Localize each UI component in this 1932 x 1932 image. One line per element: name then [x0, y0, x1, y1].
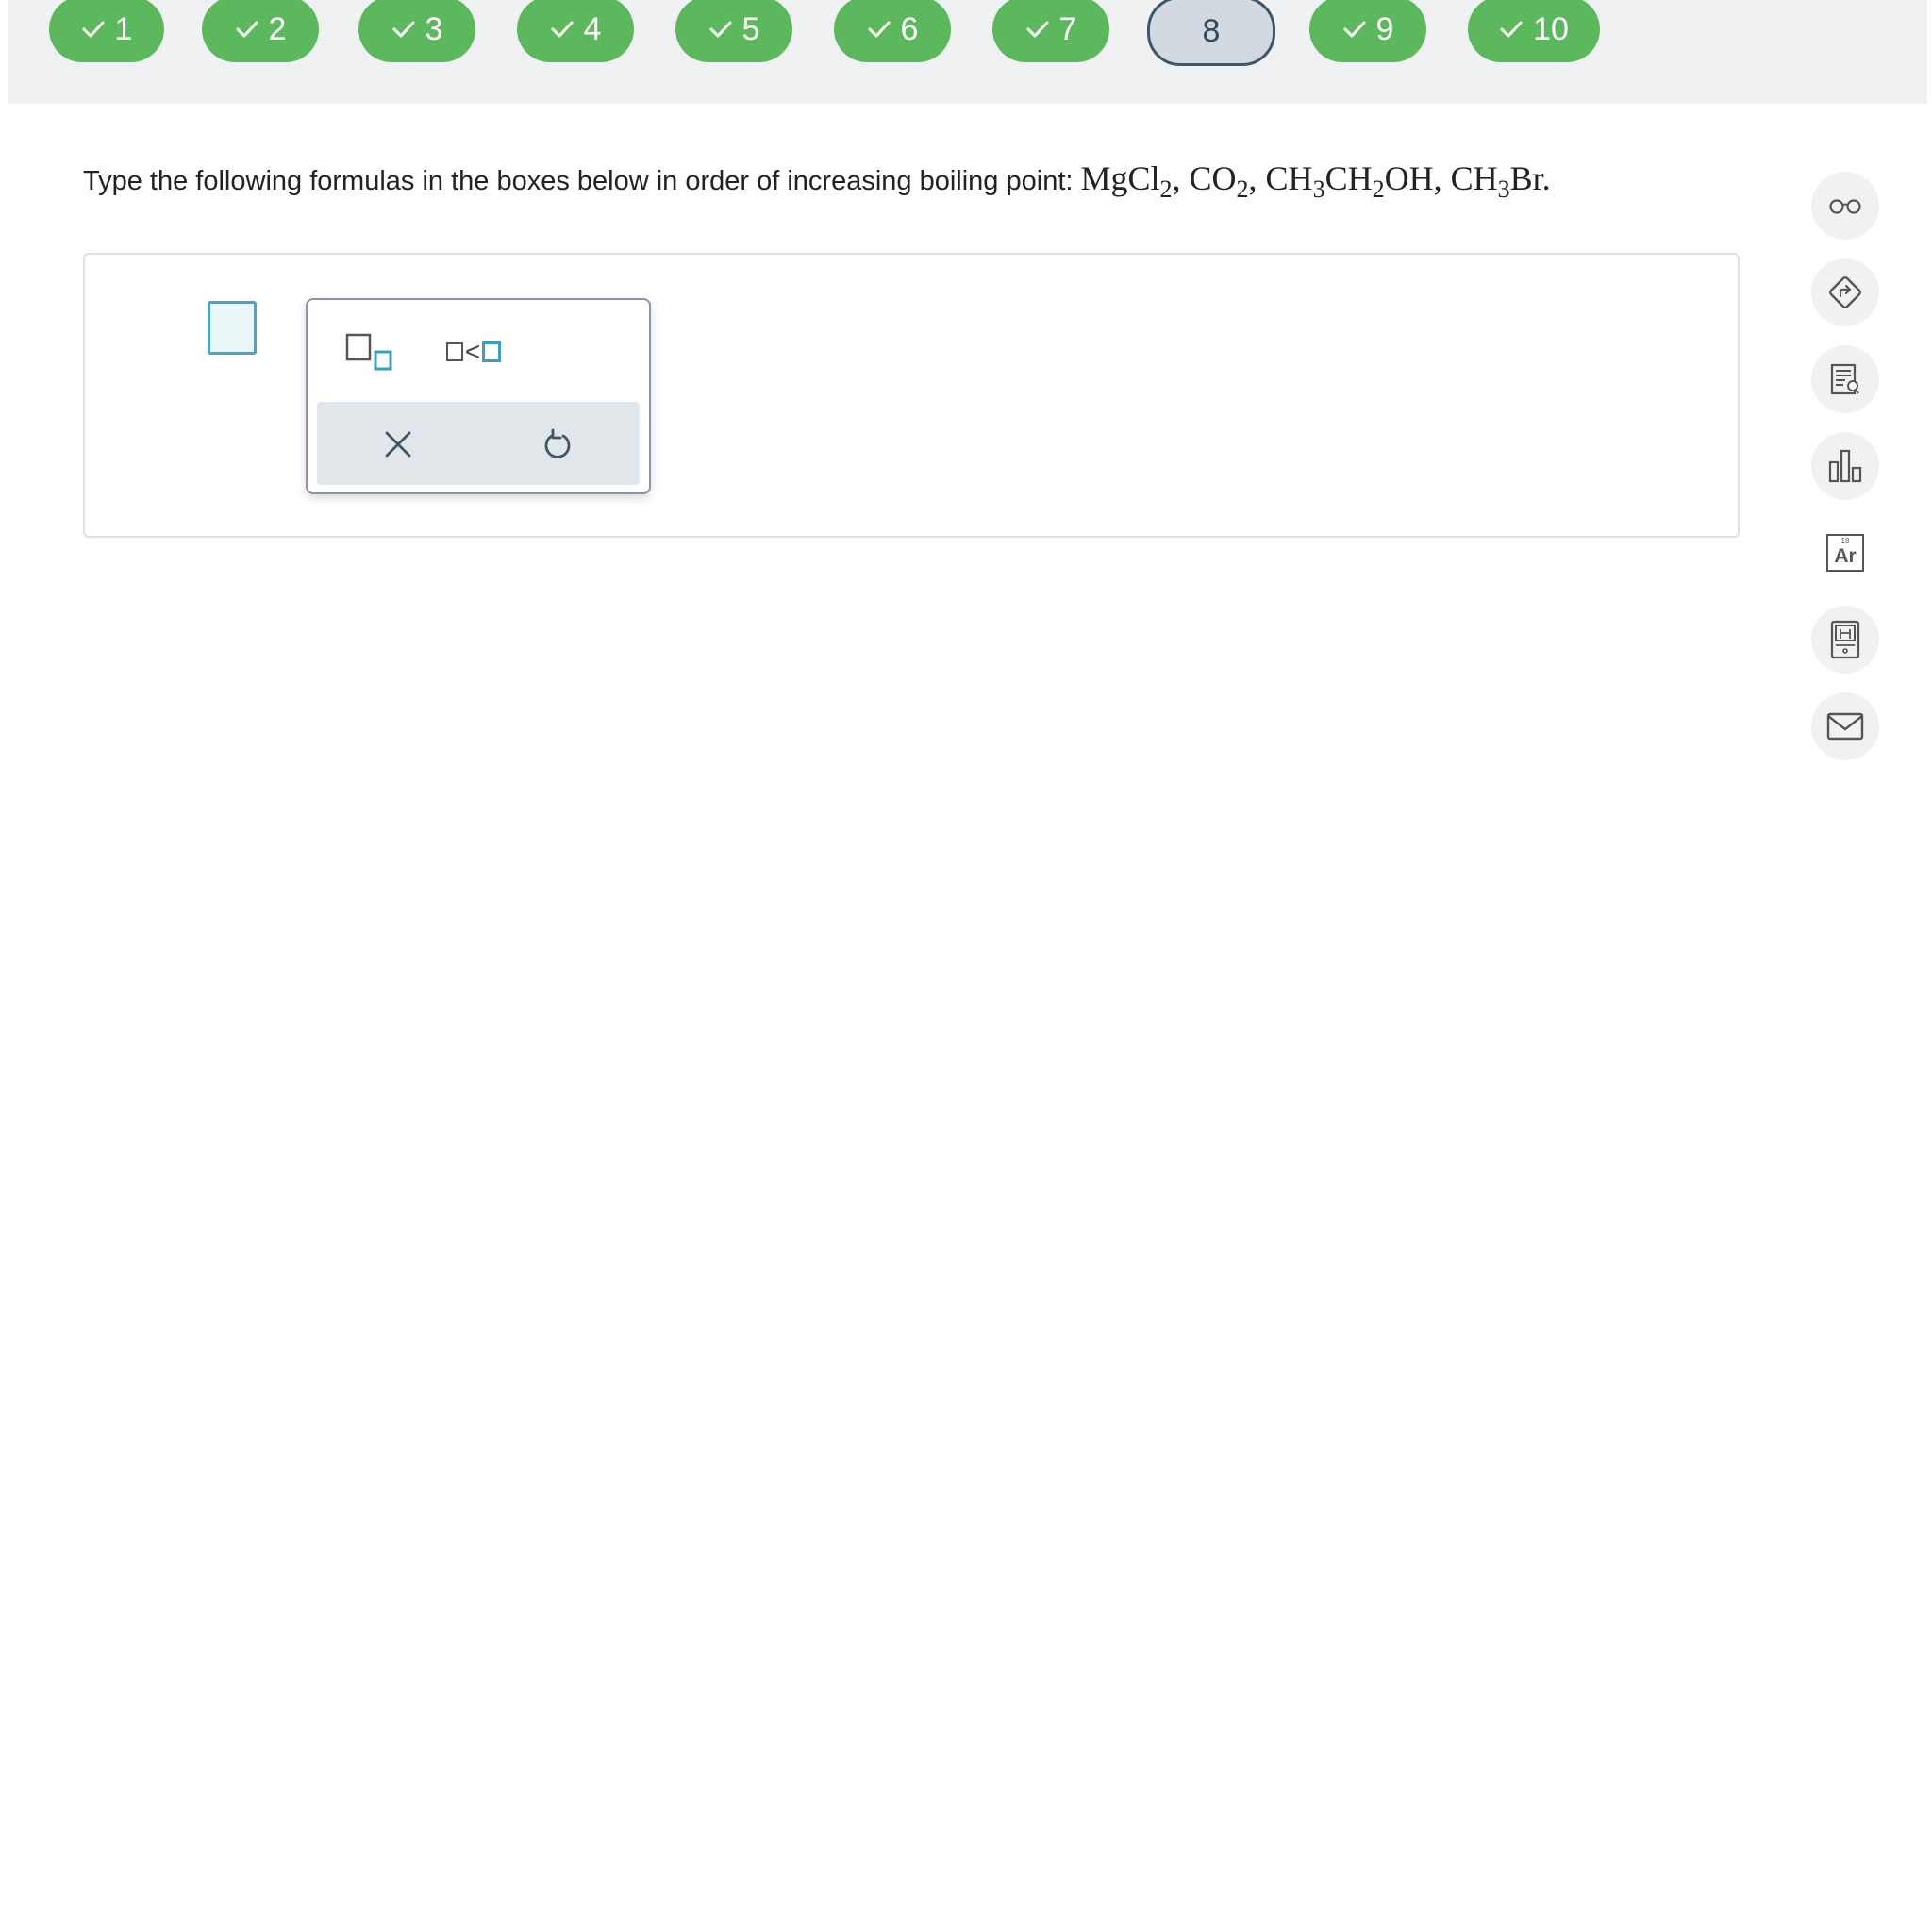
answer-input-box[interactable]	[208, 301, 257, 355]
formula-mgcl2: MgCl2	[1080, 159, 1173, 203]
element-number: 18	[1840, 537, 1850, 545]
question-number: 2	[268, 10, 287, 47]
question-3-button[interactable]: 3	[358, 0, 475, 62]
question-prompt: Type the following formulas in the boxes…	[83, 166, 1074, 196]
less-than-symbol: <	[464, 337, 481, 366]
checkmark-icon	[391, 19, 416, 40]
formula-ch3br: CH3Br	[1450, 159, 1542, 203]
formula-ethanol: CH3CH2OH	[1265, 159, 1434, 203]
question-number: 5	[741, 10, 760, 47]
question-7-button[interactable]: 7	[992, 0, 1109, 62]
bar-chart-icon	[1828, 449, 1862, 483]
glasses-icon	[1829, 199, 1861, 214]
question-5-button[interactable]: 5	[675, 0, 792, 62]
formula-list: MgCl2, CO2, CH3CH2OH, CH3Br.	[1080, 159, 1551, 203]
subscript-icon	[345, 333, 392, 371]
subscript-tool-button[interactable]	[341, 328, 398, 375]
close-icon	[385, 431, 411, 458]
palette-actions	[317, 402, 640, 485]
question-number: 3	[425, 10, 443, 47]
checkmark-icon	[550, 19, 575, 40]
formula-co2: CO2	[1189, 159, 1249, 203]
question-2-button[interactable]: 2	[202, 0, 319, 62]
clear-button[interactable]	[370, 421, 426, 468]
question-number: 8	[1202, 12, 1221, 49]
undo-button[interactable]	[530, 421, 587, 468]
calculator-button[interactable]	[1811, 606, 1879, 674]
question-number: 1	[114, 10, 133, 47]
checkmark-icon	[867, 19, 891, 40]
glasses-button[interactable]	[1811, 172, 1879, 240]
question-9-button[interactable]: 9	[1309, 0, 1426, 62]
calculator-icon	[1830, 620, 1860, 659]
checkmark-icon	[81, 19, 106, 40]
question-number: 4	[583, 10, 602, 47]
notes-icon	[1830, 363, 1859, 395]
checkmark-icon	[1499, 19, 1524, 40]
data-button[interactable]	[1811, 432, 1879, 500]
notes-button[interactable]	[1811, 345, 1879, 413]
question-8-button[interactable]: 8	[1147, 0, 1275, 66]
math-palette: <	[306, 298, 651, 494]
undo-icon	[544, 428, 571, 458]
directions-icon	[1829, 276, 1861, 308]
question-10-button[interactable]: 10	[1468, 0, 1600, 62]
mail-icon	[1826, 712, 1864, 741]
periodic-table-button[interactable]: 18 Ar	[1811, 519, 1879, 587]
question-1-button[interactable]: 1	[49, 0, 164, 62]
checkmark-icon	[1342, 19, 1367, 40]
element-symbol: Ar	[1834, 545, 1857, 567]
question-number: 10	[1533, 10, 1569, 47]
question-6-button[interactable]: 6	[834, 0, 951, 62]
question-number: 9	[1375, 10, 1394, 47]
checkmark-icon	[235, 19, 259, 40]
box-icon	[482, 341, 502, 362]
periodic-table-icon: 18 Ar	[1826, 534, 1864, 572]
mail-button[interactable]	[1811, 692, 1879, 760]
directions-button[interactable]	[1811, 258, 1879, 326]
less-than-tool-button[interactable]: <	[438, 328, 509, 375]
question-4-button[interactable]: 4	[517, 0, 634, 62]
checkmark-icon	[708, 19, 733, 40]
question-number: 6	[900, 10, 919, 47]
question-text: Type the following formulas in the boxes…	[83, 158, 1551, 203]
box-icon	[445, 342, 463, 361]
checkmark-icon	[1025, 19, 1050, 40]
question-nav-bar: 1 2 3 4 5 6 7 8 9 10	[8, 0, 1927, 104]
question-number: 7	[1058, 10, 1077, 47]
